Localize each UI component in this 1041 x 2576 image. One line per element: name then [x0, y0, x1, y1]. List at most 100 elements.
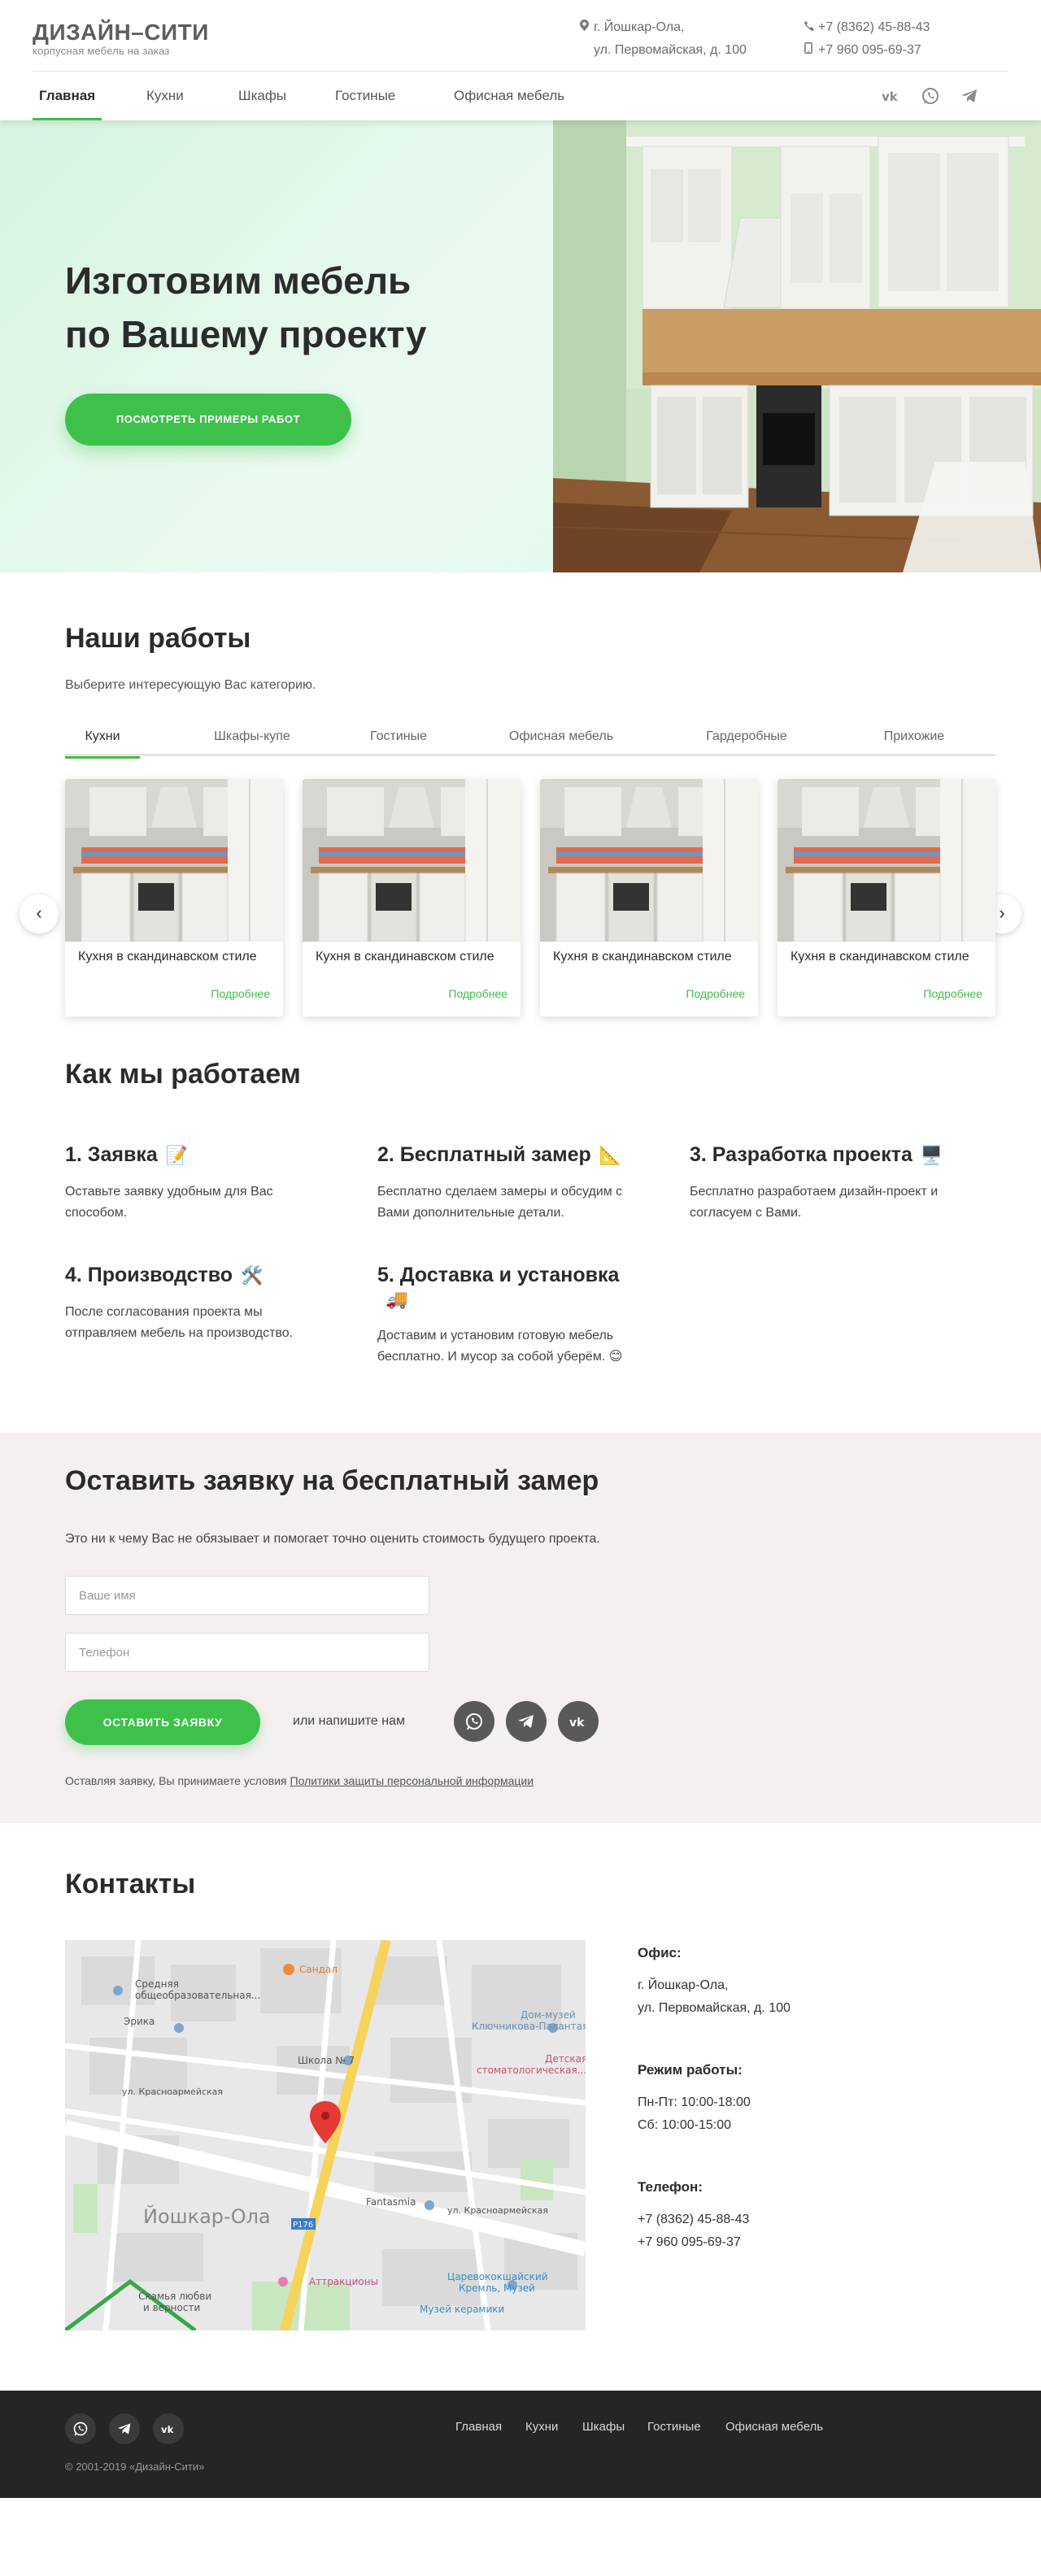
name-input[interactable] [65, 1576, 429, 1615]
footer-nav-office-furniture[interactable]: Офисная мебель [725, 2420, 823, 2434]
hero-title: Изготовим мебель по Вашему проекту [65, 259, 427, 355]
step-text: Оставьте заявку удобным для Вас способом… [65, 1185, 273, 1220]
copyright: © 2001-2019 «Дизайн-Сити» [65, 2461, 205, 2473]
step-design: 3. Разработка проекта 🖥️ Бесплатно разраб… [690, 1143, 958, 1224]
tab-living-rooms[interactable]: Гостиные [358, 720, 439, 756]
vk-icon[interactable]: vk [153, 2413, 184, 2444]
whatsapp-icon[interactable] [921, 86, 940, 106]
kitchen-photo [777, 779, 995, 942]
hours-line: Пн-Пт: 10:00-18:00 [638, 2095, 751, 2109]
nav-item-office-furniture[interactable]: Офисная мебель [447, 72, 571, 120]
office-line: г. Йошкар-Ола, [638, 1978, 729, 1992]
map-label: Эрика [124, 2016, 155, 2027]
hours-line: Сб: 10:00-15:00 [638, 2118, 732, 2132]
office-heading: Офис: [638, 1945, 682, 1960]
header-phone-1[interactable]: +7 (8362) 45-88-43 [818, 20, 930, 34]
privacy-policy-link[interactable]: Политики защиты персональной информации [290, 1774, 534, 1787]
site-footer: vk Главная Кухни Шкафы Гостиные Офисная … [0, 2391, 1041, 2498]
footer-nav-kitchens[interactable]: Кухни [525, 2420, 558, 2434]
map-label: стоматологическая... [477, 2065, 586, 2076]
whatsapp-icon[interactable] [454, 1701, 494, 1742]
map-label: Кремль, Музей [459, 2282, 535, 2294]
map-canvas: Сандал Средняя общеобразовательная... Эр… [65, 1940, 586, 2330]
privacy-note: Оставляя заявку, Вы принимаете условия П… [65, 1774, 534, 1787]
step-title: 5. Доставка и установка [377, 1264, 620, 1286]
tab-hallways[interactable]: Прихожие [873, 720, 955, 756]
hours-block: Режим работы: Пн-Пт: 10:00-18:00 Сб: 10:… [638, 2062, 751, 2137]
work-card[interactable]: Кухня в скандинавском стиле Подробнее [303, 779, 520, 1016]
step-production: 4. Производство 🛠️ После согласования про… [65, 1264, 333, 1344]
step-title: 3. Разработка проекта [690, 1143, 913, 1166]
carousel-prev-arrow[interactable]: ‹ [20, 894, 59, 933]
work-card[interactable]: Кухня в скандинавском стиле Подробнее [65, 779, 283, 1016]
footer-nav-home[interactable]: Главная [455, 2420, 502, 2434]
works-section: Наши работы Выберите интересующую Вас ка… [0, 572, 1041, 1059]
tab-dressing-rooms[interactable]: Гардеробные [698, 720, 795, 756]
request-section: Оставить заявку на бесплатный замер Это … [0, 1433, 1041, 1823]
contact-phone-1[interactable]: +7 (8362) 45-88-43 [638, 2208, 749, 2231]
hero-section: Изготовим мебель по Вашему проекту ПОСМО… [0, 120, 1041, 572]
map-label: Сандал [299, 1964, 338, 1975]
works-title: Наши работы [65, 623, 251, 654]
work-card-title: Кухня в скандинавском стиле [791, 950, 969, 964]
location-pin-icon [577, 16, 590, 39]
submit-request-button[interactable]: ОСТАВИТЬ ЗАЯВКУ [65, 1699, 260, 1745]
kitchen-photo [540, 779, 758, 942]
map-label: ул. Красноармейская [447, 2205, 548, 2216]
telegram-icon[interactable] [506, 1701, 547, 1742]
work-card[interactable]: Кухня в скандинавском стиле Подробнее [540, 779, 758, 1016]
svg-text:vk: vk [882, 89, 899, 104]
work-card-title: Кухня в скандинавском стиле [316, 950, 494, 964]
works-subtitle: Выберите интересующую Вас категорию. [65, 678, 316, 692]
or-write-label: или напишите нам [293, 1714, 405, 1728]
step-measurement: 2. Бесплатный замер 📐 Бесплатно сделаем з… [377, 1143, 646, 1224]
footer-nav-living-rooms[interactable]: Гостиные [647, 2420, 701, 2434]
vk-icon[interactable]: vk [882, 86, 901, 106]
step-text: После согласования проекта мы отправляем… [65, 1305, 294, 1340]
map-label: Аттракционы [309, 2276, 378, 2287]
tab-office-furniture[interactable]: Офисная мебель [504, 720, 618, 756]
map-label: Школа № 7 [298, 2055, 355, 2066]
map-label: Р176 [293, 2221, 313, 2230]
nav-item-wardrobes[interactable]: Шкафы [232, 72, 293, 120]
map-label: Скамья любви [138, 2291, 211, 2302]
telegram-icon[interactable] [960, 86, 979, 106]
view-works-button[interactable]: ПОСМОТРЕТЬ ПРИМЕРЫ РАБОТ [65, 394, 351, 446]
phone-input[interactable] [65, 1633, 429, 1672]
vk-icon[interactable]: vk [558, 1701, 599, 1742]
header-phone-2[interactable]: +7 960 095-69-37 [818, 43, 921, 57]
map-label: Царевококшайский [447, 2271, 548, 2282]
work-card-more-link[interactable]: Подробнее [686, 987, 745, 1000]
telegram-icon[interactable] [109, 2413, 140, 2444]
nav-item-home[interactable]: Главная [33, 72, 102, 120]
location-map[interactable]: Сандал Средняя общеобразовательная... Эр… [65, 1940, 586, 2330]
work-card-more-link[interactable]: Подробнее [211, 987, 270, 1000]
ruler-icon: 📐 [599, 1145, 622, 1165]
svg-text:vk: vk [569, 1717, 585, 1730]
work-card-more-link[interactable]: Подробнее [923, 987, 982, 1000]
nav-item-living-rooms[interactable]: Гостиные [329, 72, 402, 120]
contact-phone-2[interactable]: +7 960 095-69-37 [638, 2231, 749, 2254]
map-label: Детская [545, 2053, 586, 2065]
map-label: и верности [143, 2302, 200, 2313]
work-card[interactable]: Кухня в скандинавском стиле Подробнее [777, 779, 995, 1016]
truck-icon: 🚚 [385, 1289, 408, 1309]
work-card-more-link[interactable]: Подробнее [448, 987, 507, 1000]
category-tabs: Кухни Шкафы-купе Гостиные Офисная мебель… [65, 720, 995, 759]
whatsapp-icon[interactable] [65, 2413, 96, 2444]
map-label: Fantasmia [366, 2196, 416, 2208]
request-title: Оставить заявку на бесплатный замер [65, 1465, 599, 1496]
work-card-title: Кухня в скандинавском стиле [553, 950, 732, 964]
nav-item-kitchens[interactable]: Кухни [140, 72, 190, 120]
tab-sliding-wardrobes[interactable]: Шкафы-купе [195, 720, 309, 756]
svg-text:vk: vk [161, 2424, 174, 2435]
memo-icon: 📝 [165, 1145, 189, 1165]
footer-nav-wardrobes[interactable]: Шкафы [582, 2420, 625, 2434]
step-title: 1. Заявка [65, 1143, 158, 1166]
main-nav: Главная Кухни Шкафы Гостиные Офисная меб… [33, 72, 1008, 120]
address-line-1: г. Йошкар-Ола, [594, 20, 685, 34]
contacts-section: Контакты Сандал Средняя общеобразователь… [0, 1823, 1041, 2391]
hours-heading: Режим работы: [638, 2062, 743, 2078]
tab-kitchens[interactable]: Кухни [65, 720, 140, 759]
logo[interactable]: ДИЗАЙН–СИТИ корпусная мебель на заказ [33, 21, 209, 58]
